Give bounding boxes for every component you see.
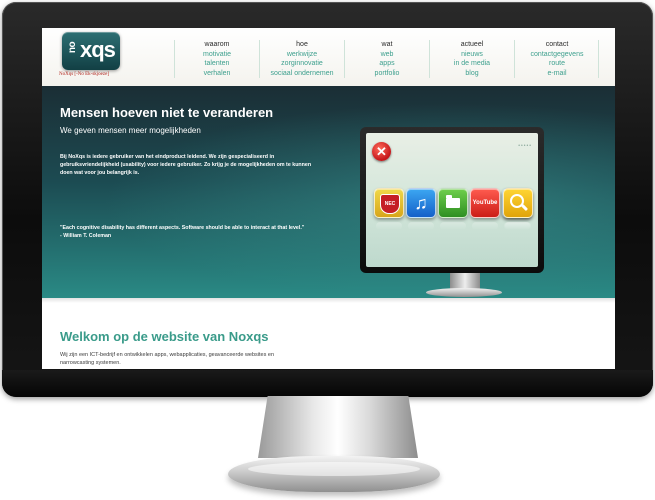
nav-column-hoe: hoe werkwijze zorginnovatie sociaal onde… bbox=[259, 40, 344, 78]
nav-link[interactable]: web bbox=[345, 50, 429, 60]
nav-heading: actueel bbox=[460, 41, 484, 48]
folder-shape bbox=[446, 195, 460, 208]
nav-link[interactable]: werkwijze bbox=[260, 50, 344, 60]
nav-link[interactable]: e-mail bbox=[515, 69, 599, 79]
music-icon[interactable]: ♫ bbox=[406, 188, 436, 230]
hero-quote: "Each cognitive disability has different… bbox=[60, 224, 320, 240]
logo-prefix: no bbox=[67, 41, 79, 54]
hero-subtitle: We geven mensen meer mogelijkheden bbox=[60, 126, 201, 135]
monitor-chin bbox=[2, 370, 653, 397]
close-icon[interactable]: ✕ bbox=[372, 142, 391, 161]
nav-link[interactable]: portfolio bbox=[345, 69, 429, 79]
nav-column-wat: wat web apps portfolio bbox=[344, 40, 429, 78]
nav-link[interactable]: contactgegevens bbox=[515, 50, 599, 60]
nav-heading: waarom bbox=[204, 41, 230, 48]
welcome-title: Welkom op de website van Noxqs bbox=[60, 329, 269, 344]
monitor-screen: no xqs NoXqs [-No Ek-skjoeze] waarom mot… bbox=[42, 28, 615, 369]
quote-author: - William T. Coleman bbox=[60, 233, 112, 239]
site-header: no xqs NoXqs [-No Ek-skjoeze] waarom mot… bbox=[42, 28, 615, 87]
nav-link[interactable]: zorginnovatie bbox=[260, 59, 344, 69]
nav-link[interactable]: route bbox=[515, 59, 599, 69]
logo-tagline: NoXqs [-No Ek-skjoeze] bbox=[59, 72, 109, 77]
nav-heading: wat bbox=[381, 41, 393, 48]
nav-divider bbox=[598, 40, 599, 78]
nav-link[interactable]: apps bbox=[345, 59, 429, 69]
nav-link[interactable]: motivatie bbox=[175, 50, 259, 60]
dots-icon: ••••• bbox=[518, 143, 532, 149]
nec-icon[interactable]: NEC bbox=[374, 188, 404, 230]
search-handle bbox=[520, 203, 529, 212]
nav-column-waarom: waarom motivatie talenten verhalen bbox=[174, 40, 259, 78]
nav-link[interactable]: talenten bbox=[175, 59, 259, 69]
logo-name: xqs bbox=[80, 37, 116, 62]
monitor-mockup: no xqs NoXqs [-No Ek-skjoeze] waarom mot… bbox=[0, 0, 655, 500]
monitor-stand-neck bbox=[258, 396, 418, 458]
hero-title: Mensen hoeven niet te veranderen bbox=[60, 105, 274, 120]
youtube-icon[interactable]: YouTube bbox=[470, 188, 500, 230]
section-divider bbox=[42, 298, 615, 303]
welcome-text: Wij zijn een ICT-bedrijf en ontwikkelen … bbox=[60, 352, 275, 366]
nav-link[interactable]: nieuws bbox=[430, 50, 514, 60]
folder-icon[interactable] bbox=[438, 188, 468, 230]
nav-heading: hoe bbox=[296, 41, 308, 48]
nav-heading: contact bbox=[545, 41, 569, 48]
nav-link[interactable]: blog bbox=[430, 69, 514, 79]
nav-column-contact: contact contactgegevens route e-mail bbox=[514, 40, 599, 78]
device-stand-base bbox=[426, 288, 502, 297]
nav-link[interactable]: verhalen bbox=[175, 69, 259, 79]
monitor-stand-base bbox=[228, 456, 440, 492]
nav-link[interactable]: in de media bbox=[430, 59, 514, 69]
hero-intro: Bij NoXqs is iedere gebruiker van het ei… bbox=[60, 154, 312, 176]
nec-badge: NEC bbox=[380, 194, 400, 214]
quote-text: "Each cognitive disability has different… bbox=[60, 225, 305, 231]
logo[interactable]: no xqs bbox=[62, 32, 120, 70]
search-icon[interactable] bbox=[503, 188, 533, 230]
nav-column-actueel: actueel nieuws in de media blog bbox=[429, 40, 514, 78]
nav-link[interactable]: sociaal ondernemen bbox=[260, 69, 344, 79]
